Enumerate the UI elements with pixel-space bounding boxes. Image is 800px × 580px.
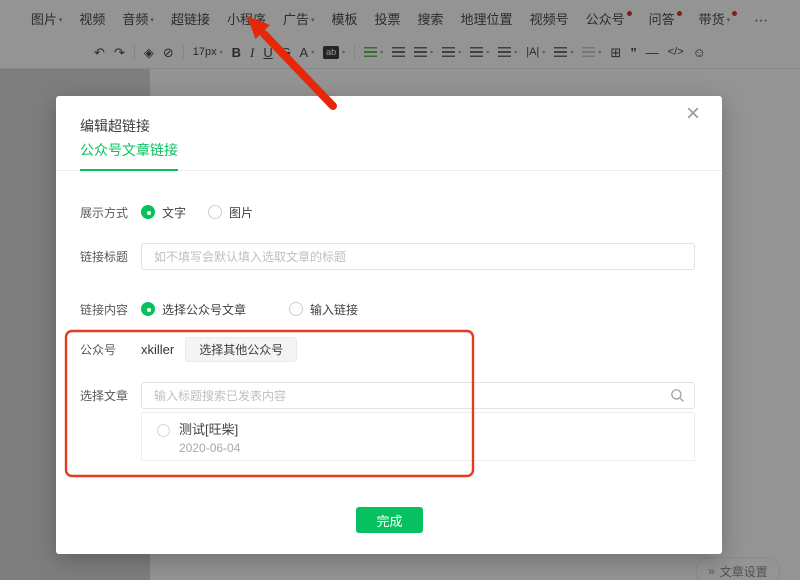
radio-display-text[interactable]: 文字 <box>141 204 186 221</box>
radio-unselected-icon <box>289 302 303 316</box>
display-mode-label: 展示方式 <box>80 204 128 221</box>
radio-unselected-icon <box>157 424 170 437</box>
article-result-list: 测试[旺柴] 2020-06-04 <box>141 412 695 461</box>
account-name: xkiller <box>141 342 174 357</box>
dialog-title: 编辑超链接 <box>80 116 150 136</box>
close-icon[interactable]: × <box>686 102 700 126</box>
account-row: 公众号 xkiller 选择其他公众号 <box>80 337 695 362</box>
radio-selected-icon <box>141 205 155 219</box>
radio-enter-url[interactable]: 输入链接 <box>289 301 358 318</box>
radio-unselected-icon <box>208 205 222 219</box>
link-title-row: 链接标题 <box>80 243 695 270</box>
article-title: 测试[旺柴] <box>179 423 240 437</box>
done-button[interactable]: 完成 <box>356 507 423 533</box>
search-icon <box>670 388 685 403</box>
radio-display-image[interactable]: 图片 <box>208 204 253 221</box>
radio-select-article[interactable]: 选择公众号文章 <box>141 301 246 318</box>
tab-official-article-link[interactable]: 公众号文章链接 <box>80 140 178 171</box>
article-search-input[interactable] <box>141 382 695 409</box>
article-result-item[interactable]: 测试[旺柴] 2020-06-04 <box>142 413 694 455</box>
dialog-tabbar: 公众号文章链接 <box>56 136 722 171</box>
article-date: 2020-06-04 <box>179 441 240 455</box>
choose-other-account-button[interactable]: 选择其他公众号 <box>185 337 297 362</box>
link-title-label: 链接标题 <box>80 248 128 265</box>
article-search-label: 选择文章 <box>80 387 128 404</box>
link-content-label: 链接内容 <box>80 301 128 318</box>
screen: 图片▾ 视频 音频▾ 超链接 小程序 广告▾ 模板 投票 搜索 地理位置 视频号… <box>0 0 800 580</box>
article-search-row: 选择文章 <box>80 382 695 409</box>
radio-selected-icon <box>141 302 155 316</box>
link-content-row: 链接内容 选择公众号文章 输入链接 <box>80 300 695 318</box>
account-label: 公众号 <box>80 341 128 358</box>
edit-hyperlink-dialog: 编辑超链接 × 公众号文章链接 展示方式 文字 图片 链接标题 链接内容 <box>56 96 722 554</box>
link-title-input[interactable] <box>141 243 695 270</box>
display-mode-row: 展示方式 文字 图片 <box>80 203 695 221</box>
